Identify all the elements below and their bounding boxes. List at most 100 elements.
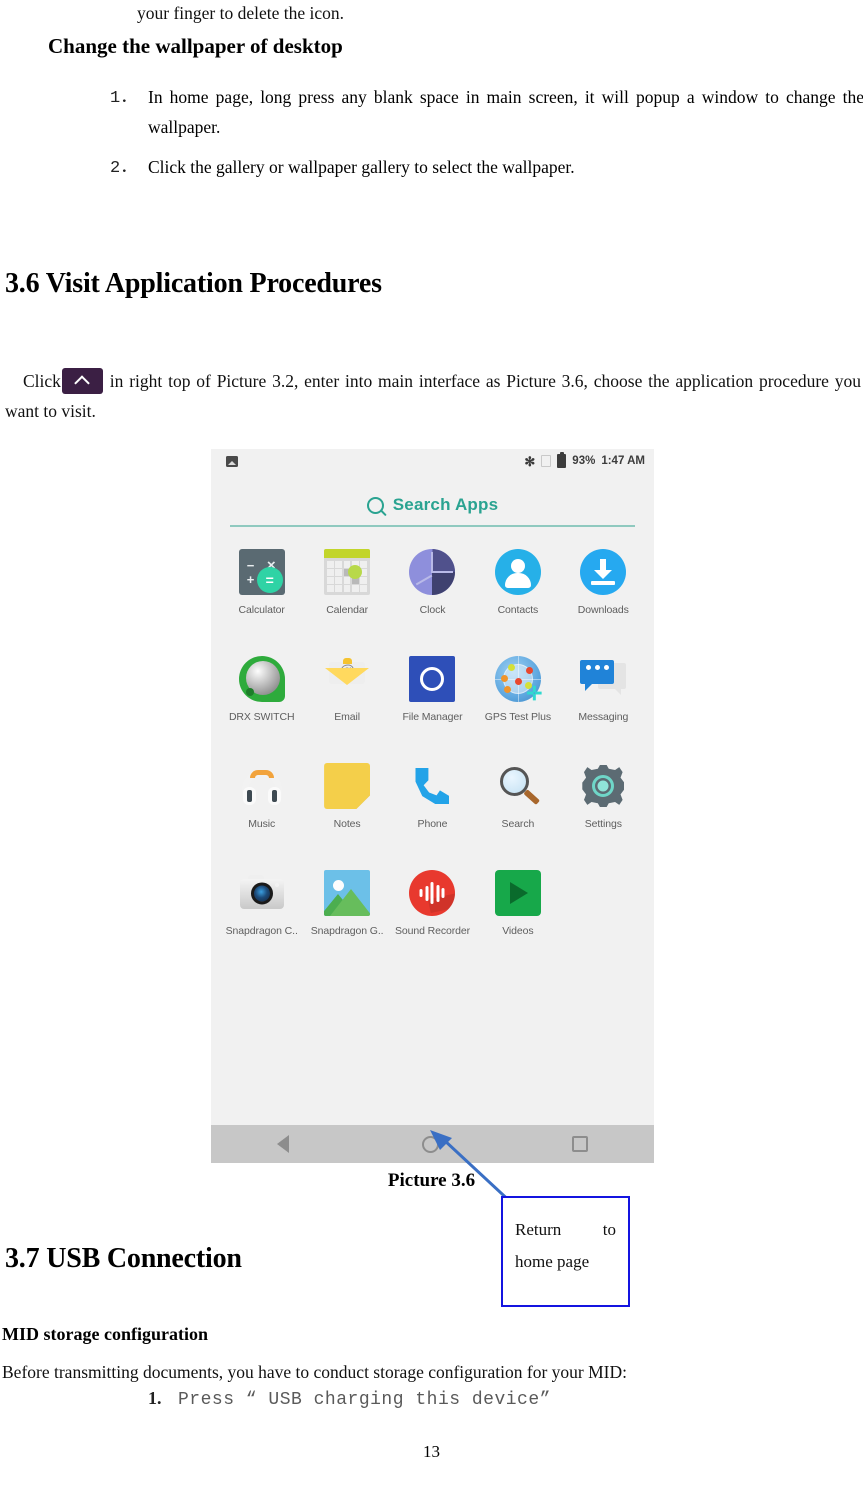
app-label: Calendar [326, 604, 368, 616]
app-icon-snapdragon-c[interactable]: Snapdragon C.. [219, 864, 304, 958]
status-icons: ✻ 93% 1:47 AM [524, 451, 645, 469]
paragraph-lead-text: Click [23, 371, 61, 391]
snapdragon-gallery-icon [324, 870, 371, 916]
drx-switch-icon [238, 656, 285, 702]
callout-word-return: Return [515, 1220, 562, 1239]
sound-recorder-icon [409, 870, 456, 916]
usb-body-paragraph: Before transmitting documents, you have … [2, 1357, 842, 1387]
calendar-icon [324, 549, 371, 595]
app-icon-phone[interactable]: Phone [390, 757, 475, 851]
app-label: Music [248, 818, 276, 830]
app-label: Messaging [578, 711, 629, 723]
usb-subheading-text: MID storage configuration [2, 1324, 208, 1344]
search-divider [230, 525, 635, 527]
downloads-icon [580, 549, 627, 595]
app-icon-settings[interactable]: Settings [561, 757, 646, 851]
battery-icon [557, 451, 567, 468]
wallpaper-heading: Change the wallpaper of desktop [48, 34, 343, 59]
home-circle-icon[interactable] [421, 1135, 439, 1153]
clock-icon [409, 549, 456, 595]
app-icon-search[interactable]: Search [475, 757, 560, 851]
document-page: your finger to delete the icon. Change t… [0, 0, 863, 1488]
app-icon-messaging[interactable]: Messaging [561, 650, 646, 744]
app-label: Snapdragon G.. [310, 925, 384, 937]
callout-box: Return to home page [501, 1196, 630, 1307]
calculator-icon: − × + = [238, 549, 285, 595]
image-icon [226, 455, 238, 467]
list-item-text: Click the gallery or wallpaper gallery t… [148, 157, 575, 177]
list-marker: 2． [110, 159, 138, 178]
continued-text: your finger to delete the icon. [137, 3, 345, 23]
app-icon-downloads[interactable]: Downloads [561, 543, 646, 637]
app-label: Settings [584, 818, 622, 830]
app-icon-email[interactable]: @ Email [304, 650, 389, 744]
wallpaper-heading-text: Change the wallpaper of desktop [48, 34, 343, 58]
usb-list-item: 1. Press “ USB charging this device” [148, 1388, 748, 1410]
notes-icon [324, 763, 371, 809]
figure-caption-text: Picture 3.6 [387, 1170, 476, 1191]
app-grid: − × + = Calculator Calendar Clock Contacts Downl… [211, 543, 654, 958]
callout-line-1: Return to [515, 1214, 616, 1246]
app-label: File Manager [402, 711, 463, 723]
app-icon-calendar[interactable]: Calendar [304, 543, 389, 637]
section-heading-3-7: 3.7 USB Connection [5, 1243, 242, 1275]
email-icon: @ [324, 656, 370, 702]
clock-label: 1:47 AM [601, 455, 645, 467]
app-icon-sound-recorder[interactable]: Sound Recorder [390, 864, 475, 958]
page-number-text: 13 [423, 1442, 440, 1461]
app-icon-music[interactable]: Music [219, 757, 304, 851]
music-icon [239, 763, 285, 809]
messaging-icon [580, 656, 627, 702]
gps-test-plus-icon: ✛ [494, 656, 542, 704]
snapdragon-camera-icon [239, 870, 285, 916]
list-item-text: In home page, long press any blank space… [148, 87, 863, 137]
app-icon-videos[interactable]: Videos [475, 864, 560, 958]
search-apps-bar[interactable]: Search Apps [211, 495, 654, 515]
videos-icon [494, 870, 541, 916]
usb-list-item-text: Press “ USB charging this device” [178, 1390, 551, 1410]
app-label: Downloads [577, 604, 629, 616]
phone-icon [409, 763, 455, 809]
back-triangle-icon[interactable] [277, 1135, 290, 1153]
app-label: DRX SWITCH [228, 711, 295, 723]
figure-caption: Picture 3.6 [0, 1170, 863, 1192]
bluetooth-icon: ✻ [524, 453, 536, 469]
app-icon-snapdragon-g[interactable]: Snapdragon G.. [304, 864, 389, 958]
app-icon-file-manager[interactable]: File Manager [390, 650, 475, 744]
recents-square-icon[interactable] [571, 1136, 588, 1152]
app-icon-gps-test-plus[interactable]: ✛ GPS Test Plus [475, 650, 560, 744]
section-heading-3-6-text: 3.6 Visit Application Procedures [5, 268, 382, 299]
app-icon-contacts[interactable]: Contacts [475, 543, 560, 637]
search-magnifier-icon [495, 763, 541, 809]
continued-paragraph: your finger to delete the icon. [137, 0, 697, 28]
app-label: Calculator [238, 604, 285, 616]
section-heading-3-6: 3.6 Visit Application Procedures [5, 268, 382, 300]
sim-card-icon [541, 455, 552, 467]
section-heading-3-7-text: 3.7 USB Connection [5, 1243, 242, 1274]
search-icon [366, 496, 384, 514]
app-icon-clock[interactable]: Clock [390, 543, 475, 637]
app-label: GPS Test Plus [484, 711, 551, 723]
list-item: 2． Click the gallery or wallpaper galler… [110, 152, 863, 182]
app-icon-drx-switch[interactable]: DRX SWITCH [219, 650, 304, 744]
usb-list-marker: 1. [148, 1388, 162, 1408]
app-drawer-chevron-up-icon [61, 368, 103, 394]
app-icon-calculator[interactable]: − × + = Calculator [219, 543, 304, 637]
app-label: Search [501, 818, 535, 830]
contacts-icon [494, 549, 541, 595]
app-label: Notes [333, 818, 361, 830]
app-label: Videos [502, 925, 534, 937]
search-apps-label: Search Apps [392, 495, 499, 514]
app-icon-notes[interactable]: Notes [304, 757, 389, 851]
section-3-6-paragraph: Click in right top of Picture 3.2, enter… [5, 366, 861, 426]
callout-line-2: home page [515, 1252, 590, 1271]
app-label: Clock [419, 604, 446, 616]
settings-gear-icon [580, 763, 626, 809]
app-label: Email [334, 711, 360, 723]
app-label: Sound Recorder [394, 925, 471, 937]
status-bar: ✻ 93% 1:47 AM [211, 449, 654, 473]
app-label: Snapdragon C.. [225, 925, 298, 937]
usb-body-text: Before transmitting documents, you have … [2, 1362, 627, 1382]
list-marker: 1． [110, 89, 138, 108]
page-number: 13 [0, 1442, 863, 1462]
